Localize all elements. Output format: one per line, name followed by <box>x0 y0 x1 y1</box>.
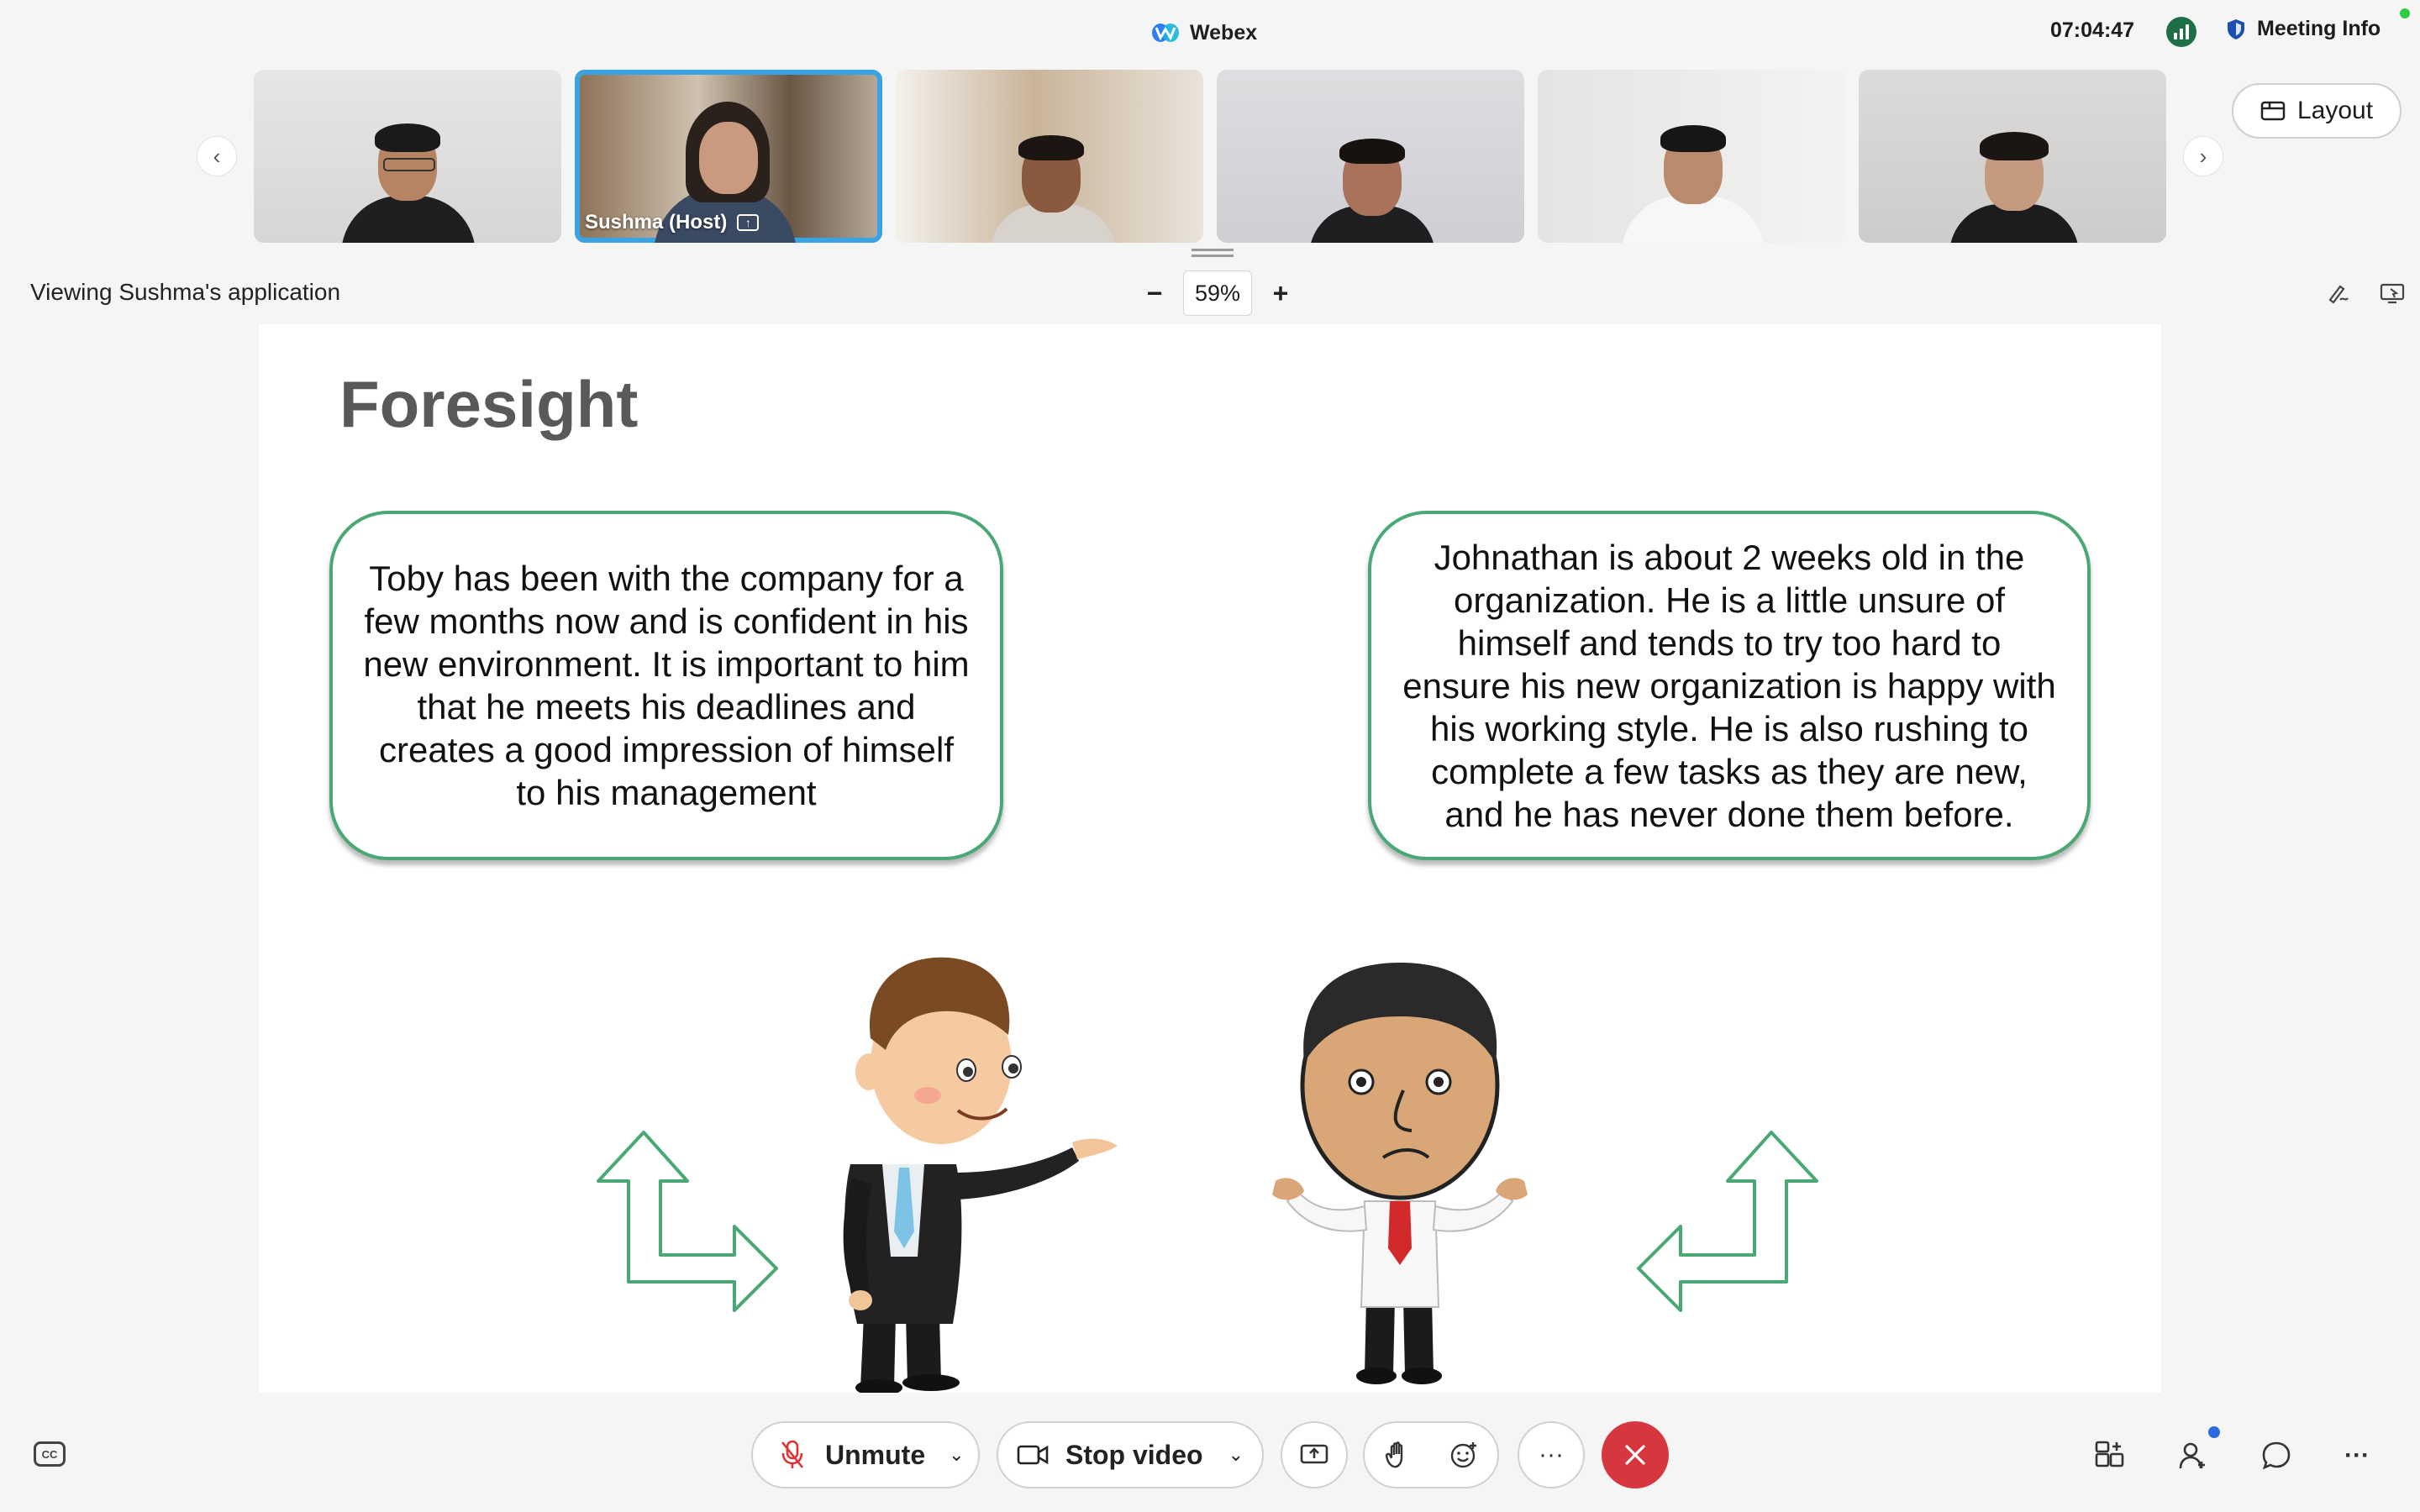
thumbnails-prev-button[interactable]: ‹ <box>197 136 237 176</box>
webex-logo-icon <box>1152 24 1179 42</box>
video-camera-icon <box>1017 1445 1049 1465</box>
stop-video-button[interactable]: Stop video ⌄ <box>997 1421 1264 1488</box>
slide-illustration <box>597 957 1818 1393</box>
chevron-down-icon[interactable]: ⌄ <box>949 1444 964 1466</box>
chevron-left-icon: ‹ <box>213 143 221 169</box>
title-bar: Webex 07:04:47 Meeting Info <box>0 0 2420 66</box>
share-content-button[interactable] <box>1281 1421 1348 1488</box>
emoji-reaction-icon[interactable] <box>1449 1441 1478 1469</box>
speech-bubble-toby: Toby has been with the company for a few… <box>329 511 1003 860</box>
layout-label: Layout <box>2296 97 2374 124</box>
arrow-up-left-icon <box>1637 1131 1818 1312</box>
johnathan-character-icon <box>1272 963 1528 1384</box>
meeting-clock: 07:04:47 <box>2050 18 2135 42</box>
notification-badge <box>2208 1426 2220 1438</box>
participant-video-4[interactable] <box>1217 70 1524 243</box>
zoom-level[interactable]: 59% <box>1183 270 1252 316</box>
zoom-out-button[interactable]: − <box>1139 278 1170 308</box>
apps-icon[interactable] <box>2092 1438 2128 1473</box>
chevron-right-icon: › <box>2199 143 2207 169</box>
app-title-text: Webex <box>1190 20 1258 45</box>
participant-video-host[interactable]: Sushma (Host) ↑ <box>575 70 882 243</box>
participant-name: Sushma (Host) <box>585 211 728 234</box>
unmute-button[interactable]: Unmute ⌄ <box>751 1421 980 1488</box>
strip-resize-handle[interactable] <box>1192 249 1234 257</box>
participant-video-1[interactable] <box>254 70 561 243</box>
toby-character-icon <box>843 957 1118 1393</box>
close-icon <box>1625 1445 1645 1465</box>
network-signal-icon[interactable] <box>2166 17 2196 47</box>
shared-slide: Foresight Toby has been with the company… <box>259 324 2161 1393</box>
mic-muted-icon <box>781 1440 804 1468</box>
leave-meeting-button[interactable] <box>1602 1421 1669 1488</box>
share-screen-icon <box>1300 1444 1328 1464</box>
more-icon: ··· <box>1539 1441 1564 1468</box>
raise-hand-icon[interactable] <box>1385 1441 1410 1469</box>
speech-bubble-johnathan: Johnathan is about 2 weeks old in the or… <box>1368 511 2091 860</box>
speech-bubble-johnathan-text: Johnathan is about 2 weeks old in the or… <box>1402 537 2056 834</box>
zoom-in-button[interactable]: + <box>1265 278 1296 308</box>
shield-icon <box>2228 18 2244 39</box>
participant-name-tag: Sushma (Host) ↑ <box>585 211 760 234</box>
closed-captions-button[interactable]: CC <box>34 1441 66 1467</box>
arrow-up-right-icon <box>597 1131 778 1312</box>
chat-icon[interactable] <box>2259 1438 2294 1473</box>
remote-control-icon[interactable] <box>2378 279 2407 307</box>
zoom-control: − 59% + <box>1139 270 1296 316</box>
participant-video-3[interactable] <box>896 70 1203 243</box>
more-options-button[interactable]: ··· <box>1518 1421 1585 1488</box>
layout-button[interactable]: Layout <box>2232 83 2402 139</box>
participant-video-5[interactable] <box>1538 70 1845 243</box>
overflow-menu-icon[interactable]: ··· <box>2339 1438 2375 1473</box>
sharing-status: Viewing Sushma's application <box>30 279 341 305</box>
layout-icon <box>2260 101 2286 121</box>
reactions-group <box>1363 1421 1499 1488</box>
speech-bubble-toby-text: Toby has been with the company for a few… <box>363 559 970 812</box>
app-title: Webex <box>1151 18 1257 47</box>
participant-video-6[interactable] <box>1859 70 2166 243</box>
meeting-info-button[interactable]: Meeting Info <box>2227 17 2381 41</box>
chevron-down-icon[interactable]: ⌄ <box>1228 1444 1244 1466</box>
unmute-label: Unmute <box>825 1439 926 1470</box>
thumbnails-next-button[interactable]: › <box>2183 136 2223 176</box>
meeting-info-label: Meeting Info <box>2257 17 2381 40</box>
status-indicator <box>2400 8 2410 18</box>
annotate-icon[interactable] <box>2324 279 2353 307</box>
participants-icon[interactable] <box>2176 1438 2212 1473</box>
sharing-icon: ↑ <box>737 214 760 231</box>
slide-title: Foresight <box>339 367 639 441</box>
stop-video-label: Stop video <box>1065 1439 1203 1470</box>
